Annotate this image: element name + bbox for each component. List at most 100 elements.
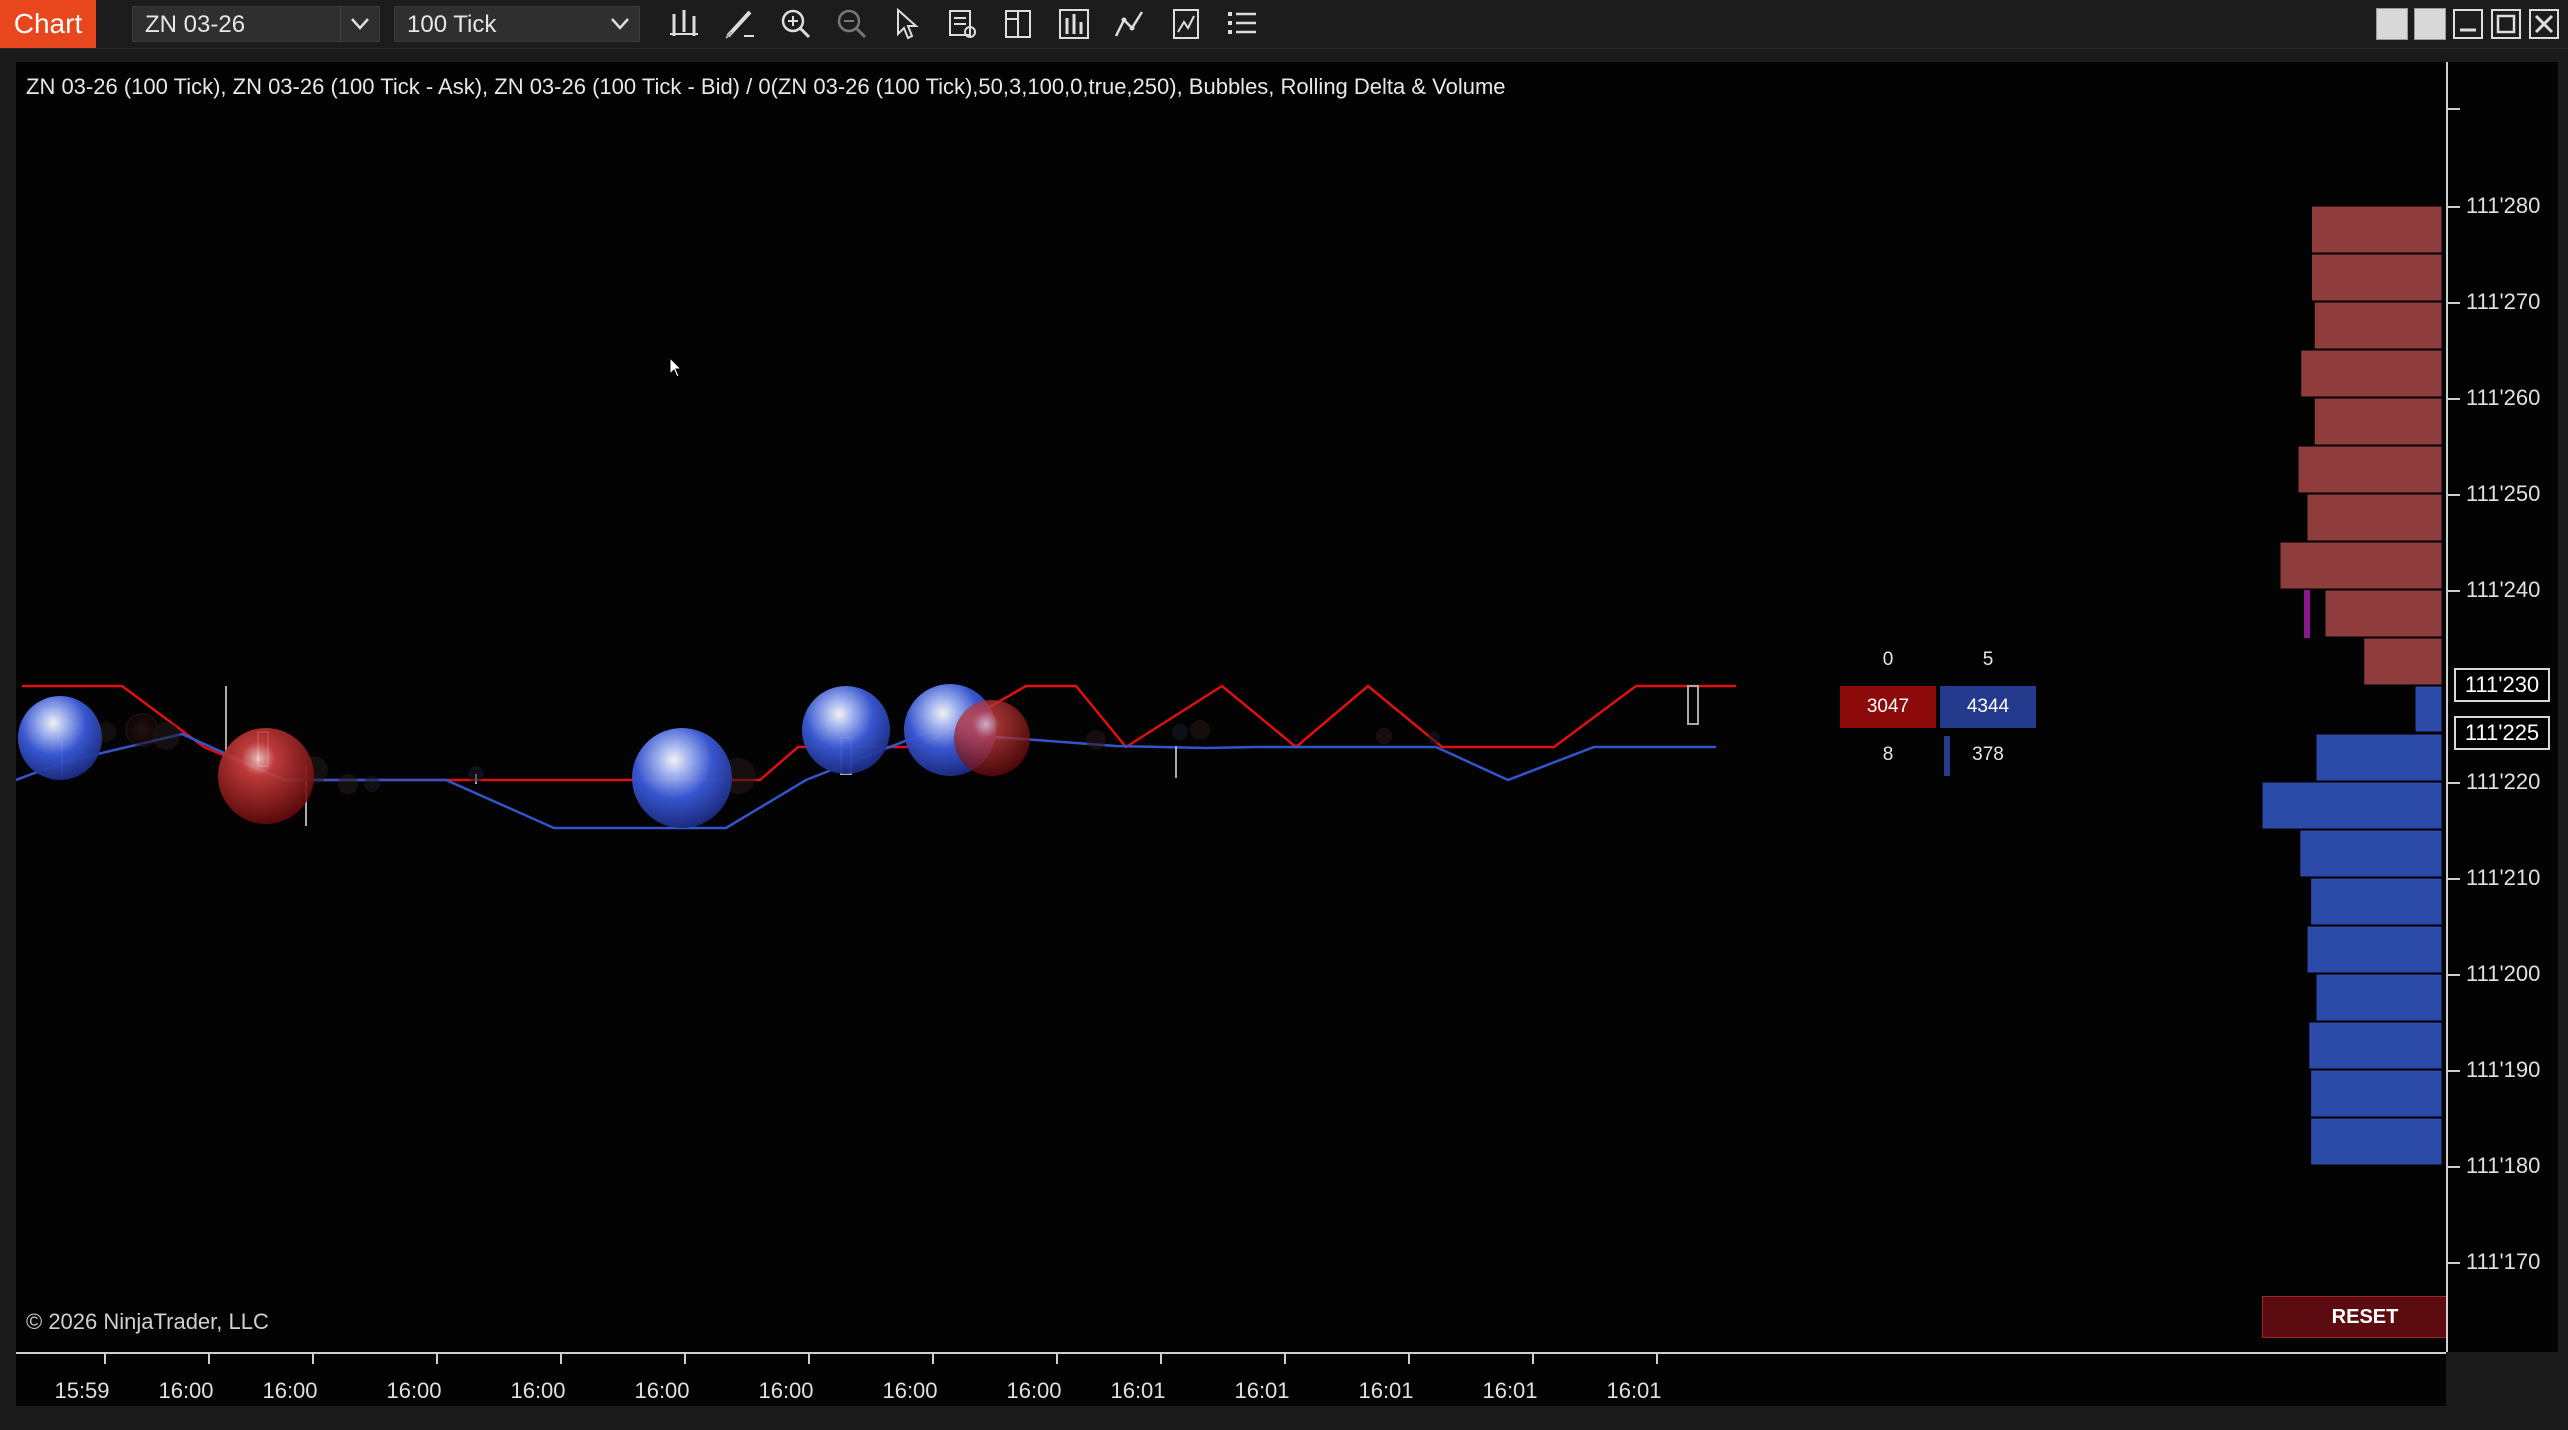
volume-profile-bar-bid <box>2299 829 2443 878</box>
time-tick-label: 16:00 <box>158 1378 214 1403</box>
volume-profile-bar-ask <box>2324 589 2443 638</box>
volume-bubbles <box>18 684 1030 828</box>
time-tick-label: 16:00 <box>634 1378 690 1403</box>
time-tick-label: 16:01 <box>1606 1378 1662 1403</box>
tile-left-icon[interactable] <box>2376 8 2408 40</box>
buy-volume-cell: 4344 <box>1940 686 2036 728</box>
volume-profile-bar-bid <box>2310 877 2443 926</box>
templates-icon[interactable] <box>1166 6 1206 42</box>
time-tick-mark <box>1532 1354 1534 1364</box>
zoom-out-icon[interactable] <box>832 6 872 42</box>
price-tick-label: 111'220 <box>2466 769 2541 794</box>
volume-profile-bar-bid <box>2315 733 2443 782</box>
price-tick-label: 111'260 <box>2466 385 2541 410</box>
price-tick-label: 111'210 <box>2466 865 2541 890</box>
time-tick-label: 16:00 <box>262 1378 318 1403</box>
time-tick-label: 16:01 <box>1234 1378 1290 1403</box>
delta-header-left: 0 <box>1882 649 1894 670</box>
volume-profile-bar-ask <box>2279 541 2443 590</box>
drawing-tools-icon[interactable] <box>720 6 760 42</box>
chevron-down-icon[interactable] <box>601 7 639 41</box>
price-tick-label: 111'170 <box>2466 1249 2541 1274</box>
indicator-label: ZN 03-26 (100 Tick), ZN 03-26 (100 Tick … <box>26 74 1506 99</box>
buy-bubble <box>18 696 102 780</box>
chart-panel[interactable]: ZN 03-26 (100 Tick), ZN 03-26 (100 Tick … <box>16 62 2468 1352</box>
volume-profile-bar-bid <box>2308 1021 2443 1070</box>
data-box-icon[interactable] <box>942 6 982 42</box>
chevron-down-icon[interactable] <box>340 7 379 41</box>
time-tick-label: 16:01 <box>1358 1378 1414 1403</box>
price-tick-mark <box>2448 1166 2460 1168</box>
price-tick-mark <box>2448 974 2460 976</box>
time-tick-mark <box>684 1354 686 1364</box>
price-tick-mark <box>2448 1070 2460 1072</box>
copyright-text: © 2026 NinjaTrader, LLC <box>26 1309 269 1334</box>
time-tick-mark <box>104 1354 106 1364</box>
price-tick-mark <box>2448 782 2460 784</box>
chart-trader-icon[interactable] <box>998 6 1038 42</box>
time-tick-mark <box>208 1354 210 1364</box>
pointer-icon[interactable] <box>886 6 926 42</box>
zoom-in-icon[interactable] <box>776 6 816 42</box>
ask-price-marker: 111'230 <box>2454 668 2550 702</box>
time-tick-mark <box>312 1354 314 1364</box>
time-axis[interactable]: 15:59 16:00 16:00 16:00 16:00 16:00 16:00 16:00… <box>16 1352 2446 1406</box>
time-tick-mark <box>1160 1354 1162 1364</box>
price-tick-label: 111'190 <box>2466 1057 2541 1082</box>
price-tick-label: 111'240 <box>2466 577 2541 602</box>
period-selector[interactable]: 100 Tick <box>394 6 640 42</box>
strategies-icon[interactable] <box>1110 6 1150 42</box>
price-tick-label: 111'280 <box>2466 193 2541 218</box>
volume-profile-bar-ask <box>2311 205 2443 254</box>
price-tick-mark <box>2448 398 2460 400</box>
app-tab[interactable]: Chart <box>0 0 96 48</box>
price-tick-mark <box>2448 1262 2460 1264</box>
close-icon[interactable] <box>2528 8 2560 40</box>
maximize-icon[interactable] <box>2490 8 2522 40</box>
time-tick-label: 16:00 <box>386 1378 442 1403</box>
price-tick-label: 111'180 <box>2466 1153 2541 1178</box>
sell-bubble <box>954 700 1030 776</box>
chart-canvas[interactable] <box>16 62 2446 1352</box>
instrument-selector[interactable]: ZN 03-26 <box>132 6 380 42</box>
delta-row2-right: 378 <box>1972 744 2004 765</box>
volume-profile <box>2261 205 2443 1166</box>
properties-icon[interactable] <box>1222 6 1262 42</box>
delta-row2-left: 8 <box>1882 744 1894 765</box>
mouse-cursor-icon <box>669 357 683 378</box>
volume-profile-bar-bid <box>2310 1117 2443 1166</box>
volume-profile-bar-bid <box>2306 925 2443 974</box>
time-tick-label: 16:00 <box>1006 1378 1062 1403</box>
volume-profile-bar-ask <box>2311 253 2443 302</box>
volume-profile-bar-ask <box>2313 301 2443 350</box>
time-tick-mark <box>1408 1354 1410 1364</box>
volume-profile-bar-bid <box>2315 973 2443 1022</box>
volume-profile-bar-ask <box>2363 637 2443 686</box>
volume-profile-bar-ask <box>2297 445 2443 494</box>
reset-button[interactable]: RESET <box>2262 1296 2468 1338</box>
sell-volume-cell: 3047 <box>1840 686 1936 728</box>
price-tick-mark <box>2448 878 2460 880</box>
indicators-icon[interactable] <box>1054 6 1094 42</box>
price-tick-label: 111'270 <box>2466 289 2541 314</box>
price-axis[interactable]: 111'280 111'270 111'260 111'250 111'240 111'2… <box>2446 62 2558 1352</box>
volume-profile-bar-bid <box>2414 685 2443 733</box>
bar-style-icon[interactable] <box>664 6 704 42</box>
price-tick-mark <box>2448 302 2460 304</box>
price-tick-mark <box>2448 494 2460 496</box>
volume-profile-bar-bid <box>2261 781 2443 830</box>
time-tick-label: 15:59 <box>54 1378 110 1403</box>
minimize-icon[interactable] <box>2452 8 2484 40</box>
volume-profile-bar-bid <box>2310 1069 2443 1118</box>
tile-right-icon[interactable] <box>2414 8 2446 40</box>
volume-profile-bar-ask <box>2300 349 2443 398</box>
price-tick-label: 111'250 <box>2466 481 2541 506</box>
delta-header-right: 5 <box>1982 649 1994 670</box>
time-tick-mark <box>932 1354 934 1364</box>
price-tick-mark <box>2448 206 2460 208</box>
buy-bubble <box>802 686 890 774</box>
time-tick-label: 16:00 <box>882 1378 938 1403</box>
period-value: 100 Tick <box>407 11 497 38</box>
sell-bubble <box>218 728 314 824</box>
title-bar: Chart ZN 03-26 100 Tick <box>0 0 2568 49</box>
